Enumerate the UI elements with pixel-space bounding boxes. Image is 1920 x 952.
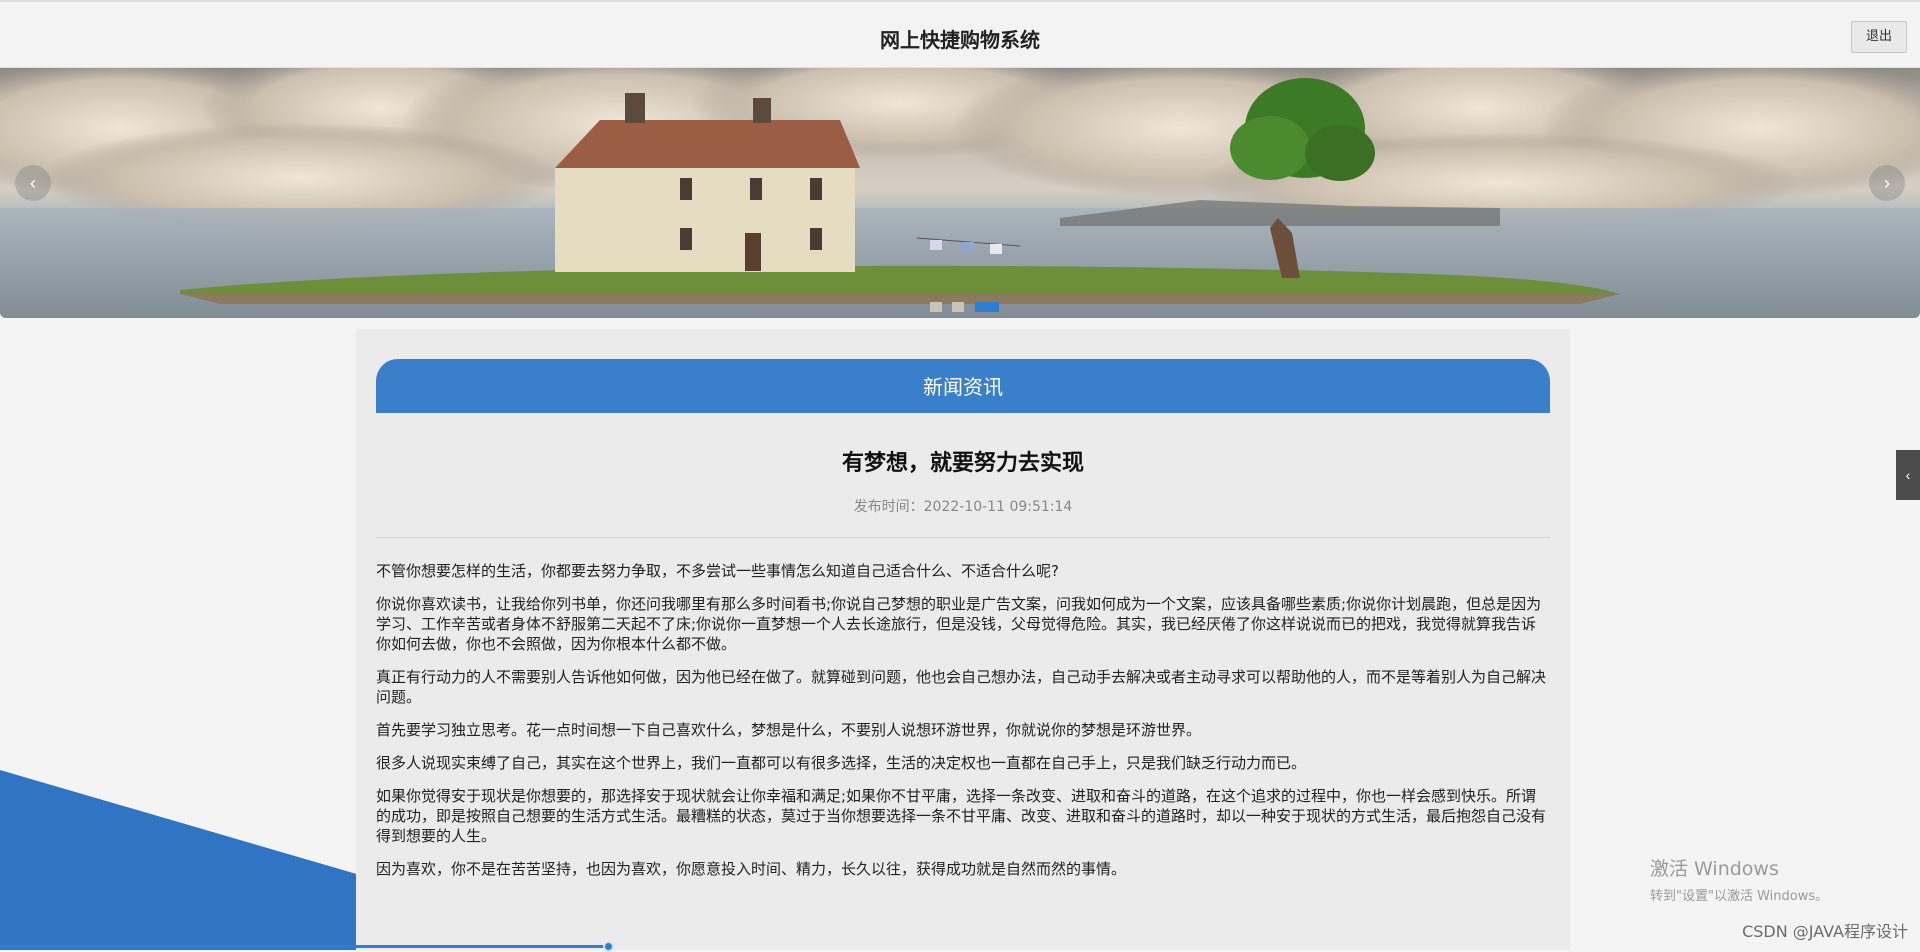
divider [376, 537, 1550, 538]
carousel-indicator[interactable] [930, 302, 942, 312]
article-paragraph: 真正有行动力的人不需要别人告诉他如何做，因为他已经在做了。就算碰到问题，他也会自… [376, 668, 1547, 706]
site-title: 网上快捷购物系统 [880, 28, 1040, 52]
logout-button[interactable]: 退出 [1851, 21, 1907, 53]
carousel-indicator[interactable] [952, 302, 965, 312]
article-paragraph: 不管你想要怎样的生活，你都要去努力争取，不多尝试一些事情怎么知道自己适合什么、不… [376, 562, 1059, 580]
chevron-left-icon: ‹ [30, 173, 36, 193]
windows-activation-watermark: 激活 Windows 转到"设置"以激活 Windows。 [1650, 854, 1828, 904]
banner-carousel[interactable]: ‹ › [0, 68, 1920, 318]
decorative-triangle [0, 770, 360, 950]
article-paragraph: 首先要学习独立思考。花一点时间想一下自己喜欢什么，梦想是什么，不要别人说想环游世… [376, 721, 1202, 739]
article-body: 不管你想要怎样的生活，你都要去努力争取，不多尝试一些事情怎么知道自己适合什么、不… [376, 561, 1550, 892]
article-paragraph: 很多人说现实束缚了自己，其实在这个世界上，我们一直都可以有很多选择，生活的决定权… [376, 754, 1307, 772]
side-collapse-tab[interactable]: ‹ [1896, 450, 1920, 500]
scroll-progress-bar [0, 945, 610, 948]
chevron-right-icon: › [1884, 173, 1890, 193]
carousel-indicator-active[interactable] [974, 302, 999, 312]
csdn-watermark: CSDN @JAVA程序设计 [1742, 922, 1908, 941]
scroll-progress-handle[interactable] [603, 941, 614, 952]
news-section-header: 新闻资讯 [376, 359, 1550, 413]
article-title: 有梦想，就要努力去实现 [841, 451, 1084, 476]
activation-title: 激活 Windows [1650, 858, 1779, 880]
carousel-prev-button[interactable]: ‹ [15, 165, 51, 201]
carousel-indicators [930, 302, 1005, 312]
article-paragraph: 如果你觉得安于现状是你想要的，那选择安于现状就会让你幸福和满足;如果你不甘平庸，… [376, 787, 1547, 845]
article-paragraph: 因为喜欢，你不是在苦苦坚持，也因为喜欢，你愿意投入时间、精力，长久以往，获得成功… [376, 860, 1127, 878]
publish-time: 发布时间：2022-10-11 09:51:14 [853, 499, 1073, 515]
carousel-next-button[interactable]: › [1869, 165, 1905, 201]
banner-image [0, 68, 1920, 318]
news-panel: 新闻资讯 有梦想，就要努力去实现 发布时间：2022-10-11 09:51:1… [356, 329, 1570, 950]
article-paragraph: 你说你喜欢读书，让我给你列书单，你还问我哪里有那么多时间看书;你说自己梦想的职业… [376, 595, 1542, 653]
activation-hint: 转到"设置"以激活 Windows。 [1650, 889, 1829, 904]
chevron-left-icon: ‹ [1905, 467, 1911, 483]
top-header: 网上快捷购物系统 退出 [0, 0, 1920, 68]
